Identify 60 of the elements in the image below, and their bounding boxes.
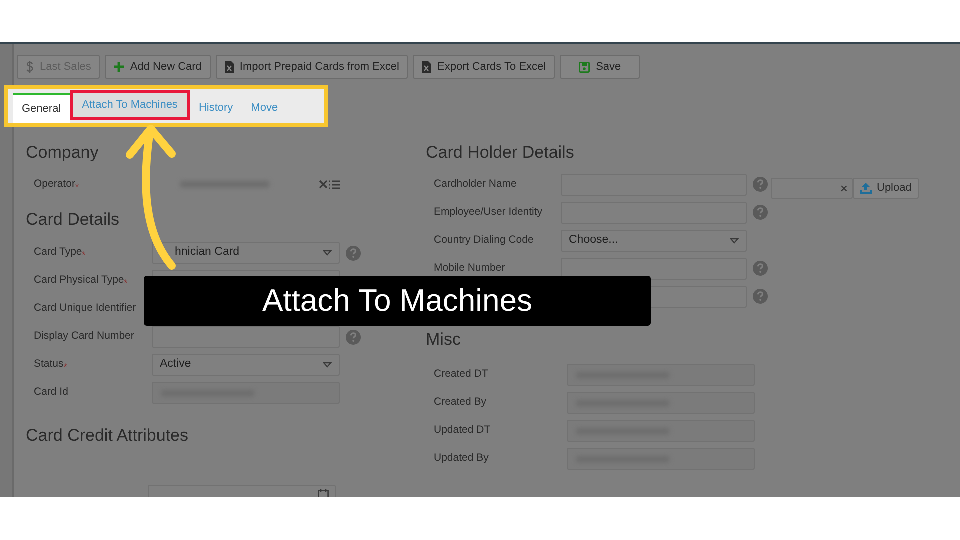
text-field[interactable] <box>152 326 340 348</box>
field-label: Operator <box>34 176 76 192</box>
dropdown-field[interactable]: hnician Card <box>152 242 340 264</box>
upload-icon <box>860 182 872 194</box>
required-mark: * <box>82 251 86 260</box>
caret-icon <box>323 362 332 368</box>
toolbar-button[interactable]: Export Cards To Excel <box>413 55 556 79</box>
section-title: Company <box>26 142 100 164</box>
tab[interactable]: Move <box>242 93 288 123</box>
field-label: Created DT <box>434 367 488 382</box>
caret-icon <box>730 238 739 244</box>
help-icon[interactable] <box>346 246 361 260</box>
required-mark: * <box>75 182 79 192</box>
field-label: Cardholder Name <box>434 176 517 192</box>
field-label: Card Type <box>34 245 82 260</box>
dropdown-value: Choose... <box>569 232 618 248</box>
file-field[interactable]: × <box>771 178 853 198</box>
help-icon[interactable] <box>753 289 768 304</box>
calendar-icon[interactable] <box>318 488 329 497</box>
field-label: Status <box>34 357 64 372</box>
help-icon[interactable] <box>753 261 768 276</box>
toolbar-button[interactable]: Import Prepaid Cards from Excel <box>216 55 408 79</box>
excel-file-icon <box>224 61 234 73</box>
dropdown-value: hnician Card <box>175 245 240 260</box>
field-label: Display Card Number <box>34 329 134 344</box>
field-label: Employee/User Identity <box>434 204 543 220</box>
section-title: Card Holder Details <box>426 142 576 164</box>
excel-file-icon <box>422 61 432 73</box>
field-label: Card Unique Identifier <box>34 301 136 316</box>
dropdown-field[interactable]: Active <box>152 354 340 376</box>
field-label: Updated By <box>434 451 489 466</box>
caption-tooltip: Attach To Machines <box>144 276 651 326</box>
field-label: Card Id <box>34 385 68 400</box>
text-field[interactable] <box>561 258 747 280</box>
tab[interactable]: General <box>13 93 70 123</box>
field-label: Card Physical Type <box>34 273 124 288</box>
upload-button[interactable]: Upload <box>853 178 919 198</box>
required-mark: * <box>64 363 68 372</box>
toolbar-button[interactable]: Add New Card <box>105 55 211 79</box>
section-title: Card Credit Attributes <box>26 425 190 447</box>
clear-list-icon[interactable] <box>319 180 340 190</box>
dollar-icon <box>26 61 34 73</box>
tab[interactable]: Attach To Machines <box>70 90 190 120</box>
tab[interactable]: History <box>190 93 242 123</box>
plus-icon <box>114 62 124 72</box>
field-label: Mobile Number <box>434 260 506 276</box>
field-label: Country Dialing Code <box>434 232 534 248</box>
toolbar-button[interactable]: Save <box>560 55 640 79</box>
required-mark: * <box>124 279 128 288</box>
help-icon[interactable] <box>753 177 768 192</box>
field-label: Created By <box>434 395 487 410</box>
clear-button[interactable]: × <box>840 182 848 194</box>
dropdown-field[interactable]: Choose... <box>561 230 747 252</box>
help-icon[interactable] <box>346 330 361 344</box>
field-label: Updated DT <box>434 423 491 438</box>
help-icon[interactable] <box>753 205 768 220</box>
caret-icon <box>323 250 332 256</box>
section-title: Misc <box>426 328 462 350</box>
dropdown-value: Active <box>160 357 192 372</box>
section-title: Card Details <box>26 208 121 230</box>
